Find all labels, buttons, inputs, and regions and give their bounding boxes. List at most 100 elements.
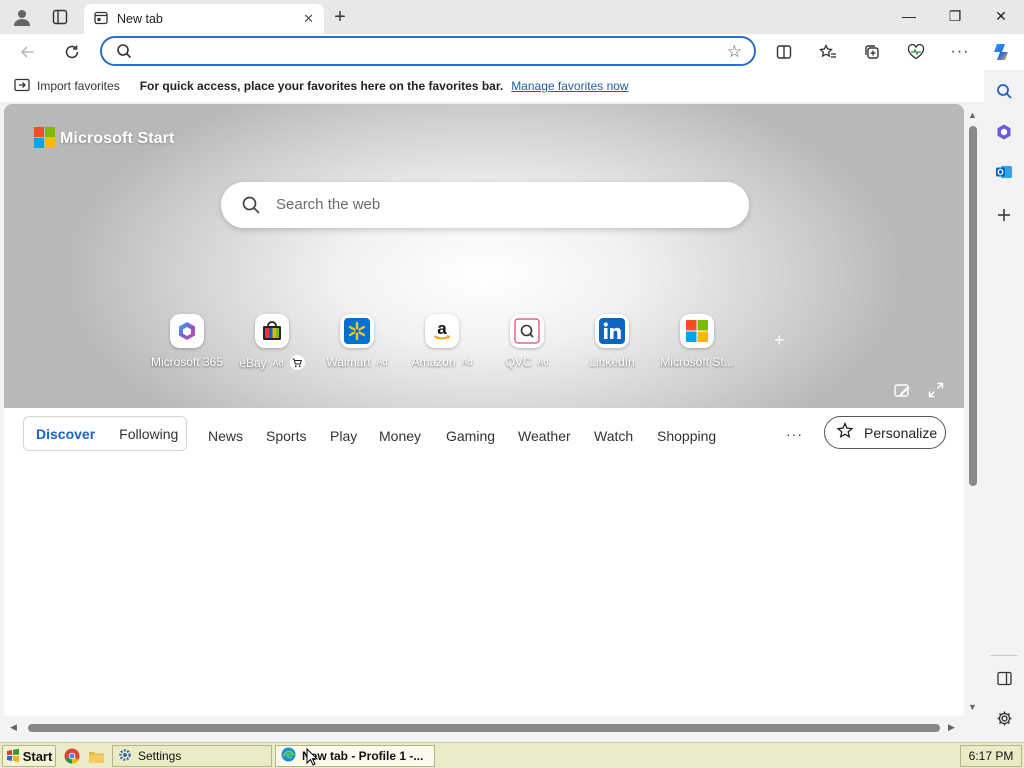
start-button[interactable]: Start xyxy=(2,745,56,767)
quick-link-ebay[interactable]: eBay Ad xyxy=(229,314,315,370)
manage-favorites-link[interactable]: Manage favorites now xyxy=(511,79,628,93)
search-icon xyxy=(116,43,132,62)
quick-link-label: LinkedIn xyxy=(589,355,635,369)
new-tab-button[interactable]: + xyxy=(328,6,352,28)
category-gaming[interactable]: Gaming xyxy=(446,428,495,444)
start-page-hero: Microsoft Start Search the web Microsoft… xyxy=(4,104,964,408)
svg-text:a: a xyxy=(437,320,447,338)
taskbar-item-label: New tab - Profile 1 -... xyxy=(302,749,424,763)
microsoft-store-icon xyxy=(680,314,714,348)
amazon-icon: a xyxy=(425,314,459,348)
taskbar-clock[interactable]: 6:17 PM xyxy=(960,745,1022,767)
microsoft-logo-icon xyxy=(34,127,55,151)
start-logo-icon xyxy=(6,748,20,765)
tab-close-icon[interactable]: ✕ xyxy=(303,11,314,27)
favorite-star-icon[interactable]: ☆ xyxy=(727,42,742,62)
ad-badge: Ad xyxy=(376,357,388,367)
quick-link-linkedin[interactable]: LinkedIn xyxy=(569,314,655,369)
ad-badge: Ad xyxy=(272,357,284,368)
quick-link-m365[interactable]: Microsoft 365 xyxy=(144,314,230,369)
personalize-label: Personalize xyxy=(864,424,938,441)
horizontal-scrollbar[interactable]: ◀ ▶ xyxy=(4,718,964,738)
tab-following[interactable]: Following xyxy=(119,426,178,442)
quick-link-label: Microsoft St... xyxy=(660,355,734,369)
scroll-thumb[interactable] xyxy=(969,126,977,486)
add-quick-link-button[interactable]: + xyxy=(774,330,785,351)
import-favorites-label: Import favorites xyxy=(37,79,120,93)
chrome-icon[interactable] xyxy=(63,747,81,765)
customize-background-icon[interactable] xyxy=(892,380,912,400)
file-explorer-icon[interactable] xyxy=(87,747,105,765)
import-favorites-button[interactable]: Import favorites xyxy=(14,78,120,95)
quick-link-microsoft-store[interactable]: Microsoft St... xyxy=(654,314,740,369)
outlook-icon[interactable] xyxy=(990,158,1018,186)
quick-link-label: Microsoft 365 xyxy=(150,355,224,369)
favorites-bar-message: For quick access, place your favorites h… xyxy=(139,79,504,93)
edge-icon xyxy=(281,747,296,765)
category-sports[interactable]: Sports xyxy=(266,428,306,444)
office-hub-icon[interactable] xyxy=(990,118,1018,146)
microsoft-start-logo[interactable]: Microsoft Start xyxy=(34,127,174,151)
taskbar-item-settings[interactable]: Settings xyxy=(112,745,272,767)
browser-essentials-icon[interactable] xyxy=(902,39,930,65)
scroll-up-icon[interactable]: ▲ xyxy=(968,110,977,120)
expand-icon[interactable] xyxy=(926,380,946,400)
sidebar-divider xyxy=(990,655,1018,656)
category-shopping[interactable]: Shopping xyxy=(657,428,716,444)
close-window-button[interactable]: ✕ xyxy=(978,0,1024,32)
mouse-cursor-icon xyxy=(306,747,319,768)
scroll-thumb[interactable] xyxy=(28,724,940,732)
start-label: Start xyxy=(22,748,53,764)
split-screen-icon[interactable] xyxy=(770,39,798,65)
ebay-icon xyxy=(255,314,289,348)
workspaces-icon[interactable] xyxy=(46,5,74,29)
hide-sidebar-icon[interactable] xyxy=(990,664,1018,692)
settings-more-icon[interactable]: ··· xyxy=(946,39,974,65)
quick-link-label: Walmart xyxy=(326,355,371,369)
category-money[interactable]: Money xyxy=(379,428,421,444)
search-icon xyxy=(241,195,261,218)
back-arrow-icon[interactable] xyxy=(14,39,42,65)
refresh-icon[interactable] xyxy=(58,39,86,65)
tab-discover[interactable]: Discover xyxy=(36,426,95,442)
collections-icon[interactable] xyxy=(858,39,886,65)
copilot-icon[interactable] xyxy=(988,39,1016,65)
category-weather[interactable]: Weather xyxy=(518,428,571,444)
feed-toggle: Discover Following xyxy=(23,416,187,451)
shopping-cart-icon xyxy=(289,355,305,370)
quick-link-label: eBay xyxy=(239,355,267,370)
quick-link-label: QVC xyxy=(505,355,532,369)
quick-link-amazon[interactable]: a Amazon Ad xyxy=(399,314,485,369)
favorites-icon[interactable] xyxy=(814,39,842,65)
scroll-left-icon[interactable]: ◀ xyxy=(10,722,17,733)
profile-icon[interactable] xyxy=(8,5,36,29)
sidebar-settings-icon[interactable] xyxy=(990,704,1018,732)
ad-badge: Ad xyxy=(461,357,473,367)
personalize-button[interactable]: Personalize xyxy=(824,416,946,449)
brand-name: Microsoft Start xyxy=(60,130,175,147)
category-news[interactable]: News xyxy=(208,428,243,444)
scroll-right-icon[interactable]: ▶ xyxy=(948,722,955,733)
quick-link-qvc[interactable]: QVC Ad xyxy=(484,314,570,369)
tab-new-tab[interactable]: New tab ✕ xyxy=(84,4,324,34)
search-icon[interactable] xyxy=(990,77,1018,105)
category-play[interactable]: Play xyxy=(330,428,357,444)
web-search-box[interactable]: Search the web xyxy=(221,182,749,228)
linkedin-icon xyxy=(595,314,629,348)
category-watch[interactable]: Watch xyxy=(594,428,633,444)
minimize-button[interactable]: — xyxy=(886,0,932,32)
m365-icon xyxy=(170,314,204,348)
edge-sidebar xyxy=(984,70,1024,740)
more-categories-button[interactable]: ··· xyxy=(786,426,803,442)
import-icon xyxy=(14,78,30,95)
add-sidebar-app-icon[interactable] xyxy=(990,201,1018,229)
address-bar[interactable]: ☆ xyxy=(100,36,756,66)
scroll-down-icon[interactable]: ▼ xyxy=(968,702,977,712)
title-bar: New tab ✕ + — ❐ ✕ xyxy=(0,0,1024,34)
restore-button[interactable]: ❐ xyxy=(932,0,978,32)
feed-navigation: Discover Following News Sports Play Mone… xyxy=(4,408,964,460)
vertical-scrollbar[interactable]: ▲ ▼ xyxy=(964,104,984,716)
taskbar-item-edge[interactable]: New tab - Profile 1 -... xyxy=(275,745,435,767)
quick-link-walmart[interactable]: Walmart Ad xyxy=(314,314,400,369)
tab-title: New tab xyxy=(117,12,163,26)
